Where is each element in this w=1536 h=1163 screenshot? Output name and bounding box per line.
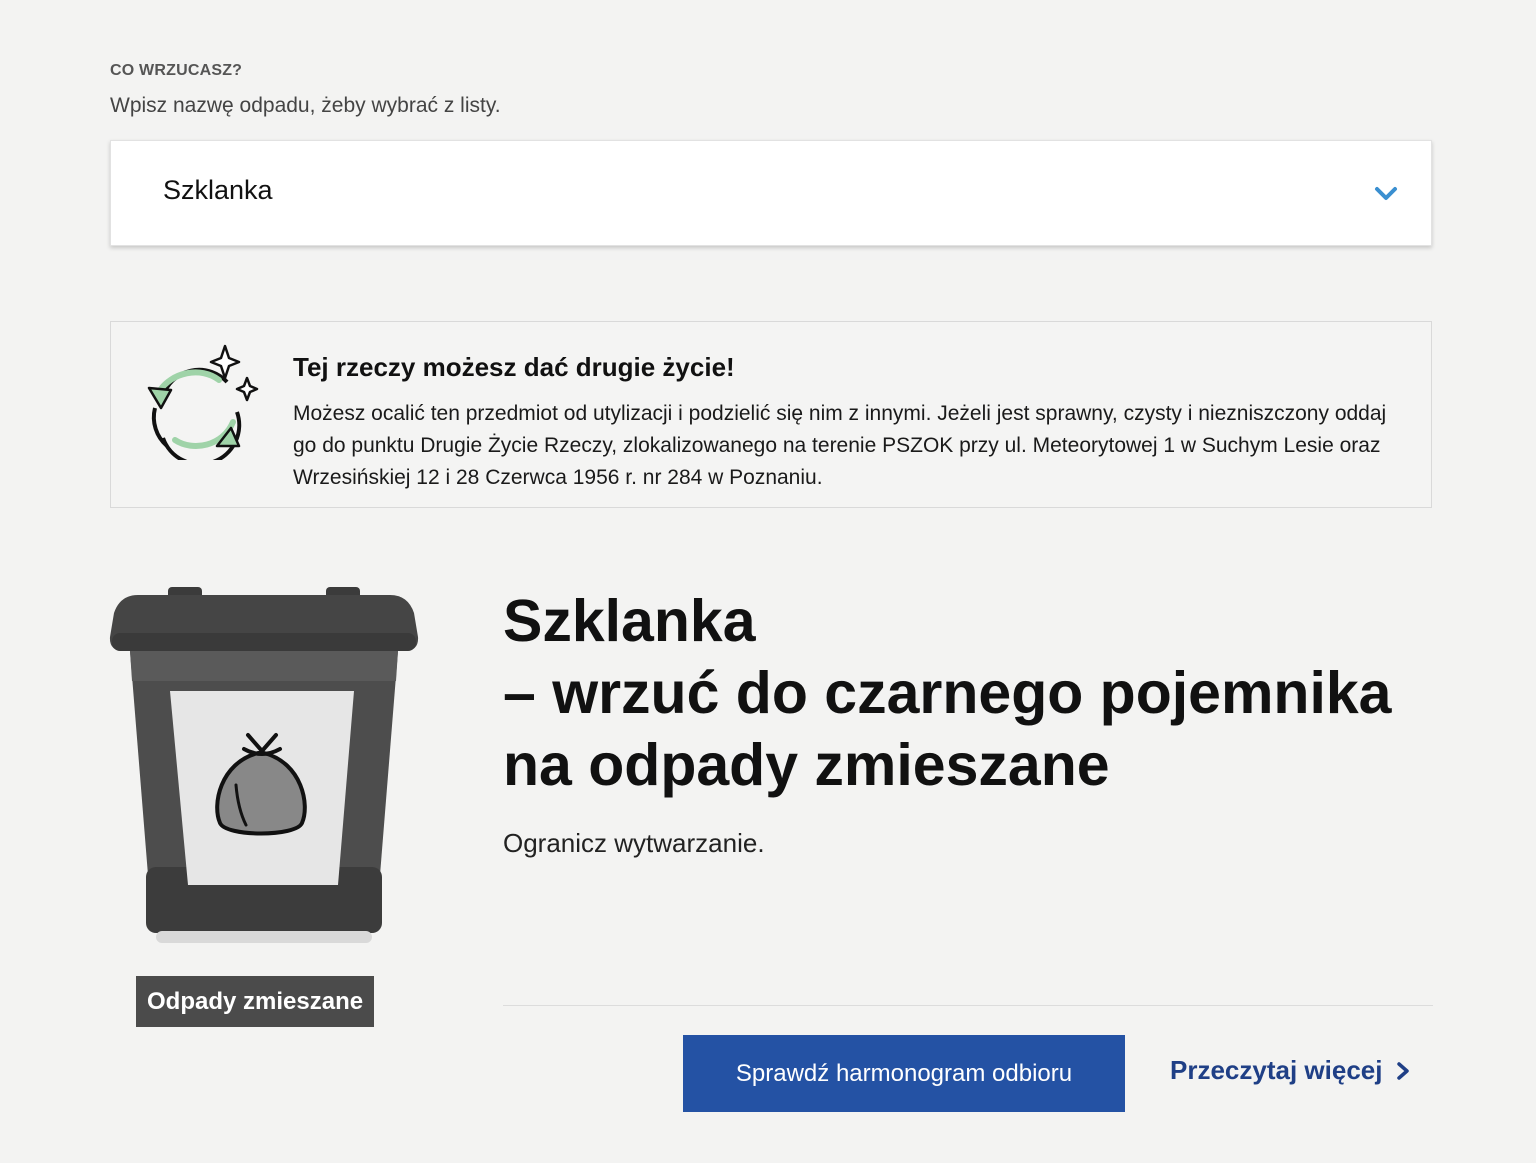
- result-headline: Szklanka – wrzuć do czarnego pojemnika n…: [503, 585, 1463, 801]
- page: CO WRZUCASZ? Wpisz nazwę odpadu, żeby wy…: [0, 0, 1536, 1163]
- chevron-right-icon: [1397, 1061, 1410, 1080]
- headline-bin-type: na odpady zmieszane: [503, 732, 1110, 798]
- read-more-label: Przeczytaj więcej: [1170, 1055, 1383, 1085]
- read-more-link[interactable]: Przeczytaj więcej: [1170, 1055, 1410, 1086]
- headline-item: Szklanka: [503, 588, 756, 654]
- schedule-button[interactable]: Sprawdź harmonogram odbioru: [683, 1035, 1125, 1112]
- info-title: Tej rzeczy możesz dać drugie życie!: [293, 352, 735, 382]
- selected-waste-value: Szklanka: [163, 175, 273, 205]
- black-bin-icon: [109, 587, 419, 943]
- divider: [503, 1005, 1433, 1006]
- bin-label: Odpady zmieszane: [136, 976, 375, 1027]
- second-life-info-box: Tej rzeczy możesz dać drugie życie! Może…: [110, 321, 1432, 508]
- section-label: CO WRZUCASZ?: [110, 62, 243, 79]
- info-body: Możesz ocalić ten przedmiot od utylizacj…: [293, 402, 1387, 489]
- headline-instruction: – wrzuć do czarnego pojemnika: [503, 660, 1392, 726]
- chevron-down-icon[interactable]: [1373, 181, 1399, 207]
- waste-select[interactable]: Szklanka: [110, 140, 1432, 246]
- recycle-sparkle-icon: [147, 344, 259, 460]
- result-subtext: Ogranicz wytwarzanie.: [503, 828, 765, 858]
- helper-text: Wpisz nazwę odpadu, żeby wybrać z listy.: [110, 94, 501, 117]
